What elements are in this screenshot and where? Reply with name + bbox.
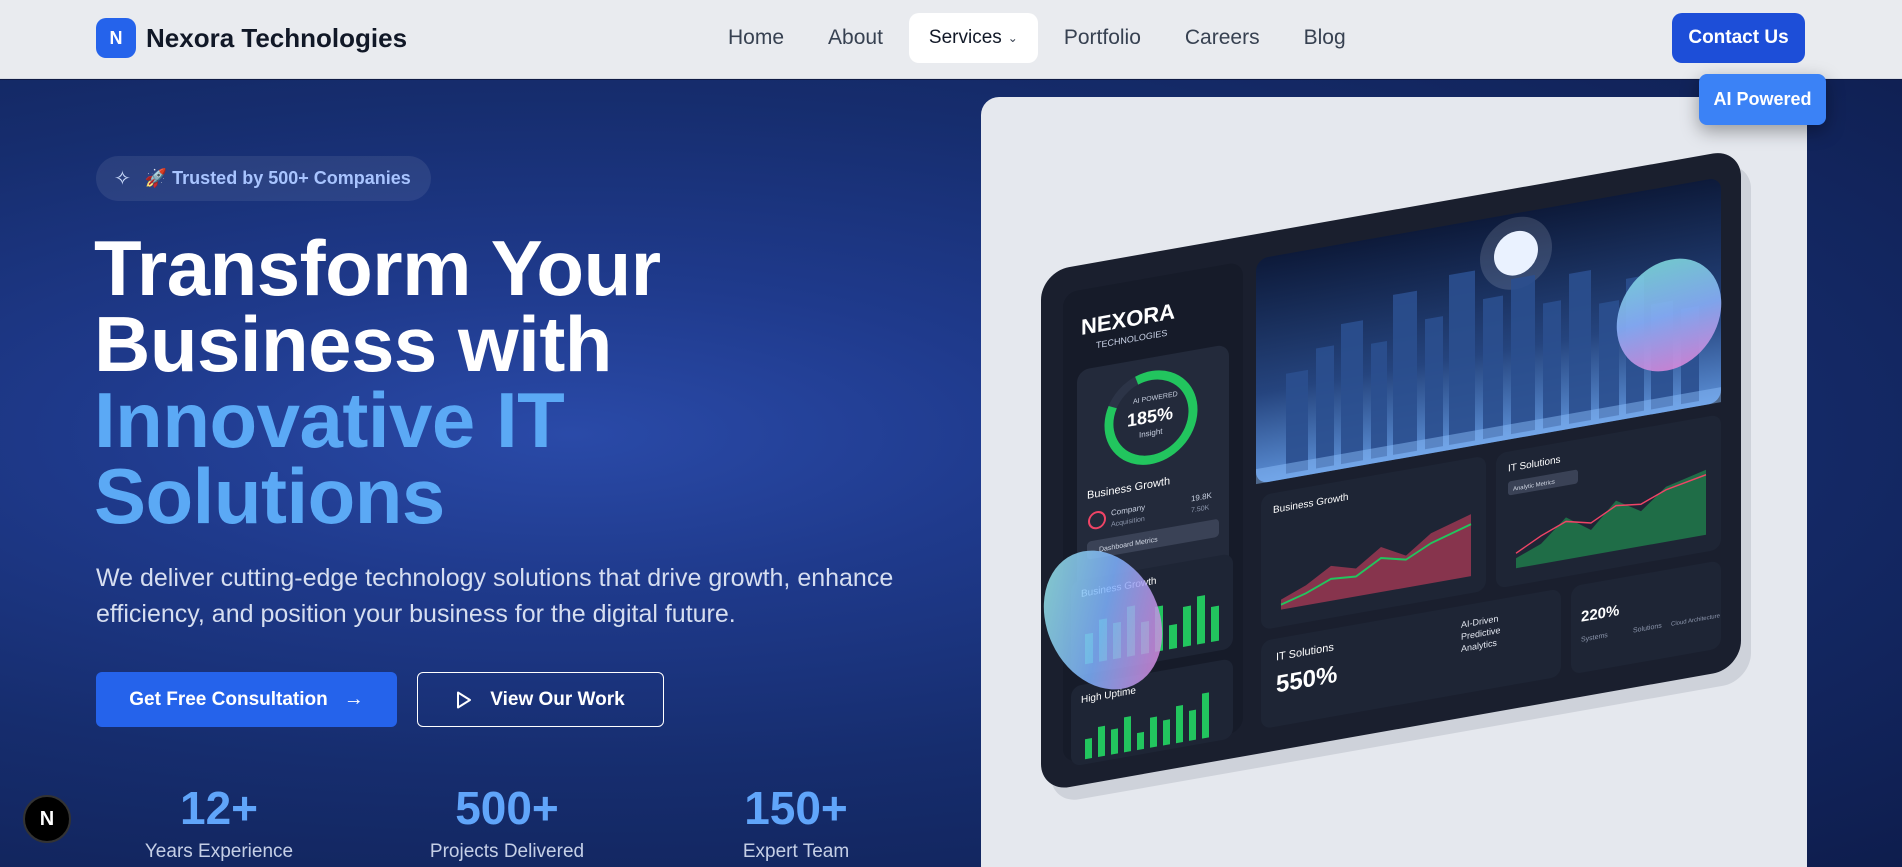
- stat-projects: 500+ Projects Delivered: [377, 783, 637, 863]
- brand-logo[interactable]: N Nexora Technologies: [96, 18, 407, 58]
- brand-name: Nexora Technologies: [146, 22, 408, 53]
- headline-line-2: Business with: [94, 300, 612, 388]
- next-logo-icon[interactable]: N: [23, 795, 71, 843]
- dashboard-mockup-image: NEXORA TECHNOLOGIES AI POWERED 185% Insi…: [1041, 153, 1751, 800]
- nav-services-dropdown[interactable]: Services ⌄: [908, 13, 1038, 63]
- stat-years: 12+ Years Experience: [89, 783, 349, 863]
- brand-badge-icon: N: [96, 18, 136, 58]
- nav-home-link[interactable]: Home: [706, 13, 806, 63]
- nav-about-link[interactable]: About: [806, 13, 905, 63]
- nav-links: Home About Services ⌄ Portfolio Careers …: [706, 13, 1368, 63]
- stat-label: Projects Delivered: [429, 841, 585, 862]
- headline-line-4: Solutions: [94, 452, 445, 540]
- stat-value: 12+: [179, 782, 259, 834]
- primary-cta-label: Get Free Consultation: [129, 688, 328, 710]
- hero-subtitle: We deliver cutting-edge technology solut…: [96, 564, 894, 628]
- play-icon: [457, 691, 472, 708]
- hero-headline: Transform Your Business with Innovative …: [94, 224, 661, 540]
- hero-image-card: NEXORA TECHNOLOGIES AI POWERED 185% Insi…: [981, 97, 1807, 867]
- stat-value: 150+: [744, 782, 848, 834]
- contact-us-button[interactable]: Contact Us: [1672, 13, 1805, 63]
- trust-badge-text: 🚀 Trusted by 500+ Companies: [144, 168, 411, 188]
- stat-label: Years Experience: [144, 841, 294, 862]
- nav-blog-link[interactable]: Blog: [1282, 13, 1368, 63]
- trust-badge: ✧ 🚀 Trusted by 500+ Companies: [96, 156, 431, 201]
- navbar: N Nexora Technologies Home About Service…: [0, 0, 1902, 79]
- nav-services-label: Services: [928, 27, 1002, 48]
- nav-portfolio-link[interactable]: Portfolio: [1042, 13, 1163, 63]
- secondary-cta-label: View Our Work: [490, 688, 625, 710]
- headline-line-3: Innovative IT: [94, 376, 565, 464]
- arrow-right-icon: →: [343, 688, 364, 710]
- nav-careers-link[interactable]: Careers: [1163, 13, 1282, 63]
- stat-value: 500+: [455, 782, 559, 834]
- view-our-work-button[interactable]: View Our Work: [417, 672, 664, 727]
- stat-label: Expert Team: [742, 841, 850, 862]
- sparkle-icon: ✧: [114, 168, 131, 190]
- ai-powered-badge: AI Powered: [1699, 74, 1826, 125]
- get-free-consultation-button[interactable]: Get Free Consultation →: [96, 672, 397, 727]
- stat-team: 150+ Expert Team: [666, 783, 926, 863]
- chevron-down-icon: ⌄: [1007, 31, 1018, 45]
- headline-line-1: Transform Your: [94, 224, 661, 312]
